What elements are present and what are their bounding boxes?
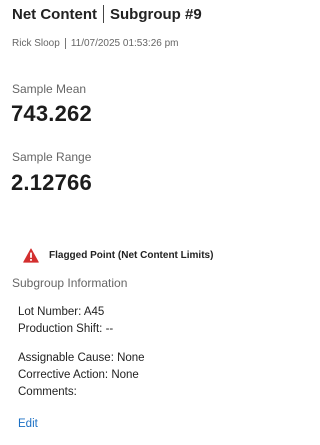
subgroup-detail-panel: Net Content Subgroup #9 Rick Sloop 11/07… xyxy=(0,0,300,445)
lot-number-field: Lot Number: A45 xyxy=(18,306,105,318)
entry-timestamp: 11/07/2025 01:53:26 pm xyxy=(70,38,179,49)
edit-link[interactable]: Edit xyxy=(18,418,38,430)
entry-user: Rick Sloop xyxy=(12,38,60,49)
sample-range-label: Sample Range xyxy=(12,150,92,164)
entry-metadata: Rick Sloop 11/07/2025 01:53:26 pm xyxy=(12,38,179,49)
sample-range-value: 2.12766 xyxy=(11,170,92,195)
comments-field: Comments: xyxy=(18,386,77,398)
sample-mean-label: Sample Mean xyxy=(12,82,87,96)
flagged-point-text: Flagged Point (Net Content Limits) xyxy=(49,250,214,261)
chart-name: Net Content xyxy=(12,5,97,23)
sample-mean-value: 743.262 xyxy=(11,101,92,126)
assignable-cause-field: Assignable Cause: None xyxy=(18,352,145,364)
panel-title: Net Content Subgroup #9 xyxy=(12,5,202,23)
production-shift-field: Production Shift: -- xyxy=(18,323,114,335)
subgroup-name: Subgroup #9 xyxy=(110,5,202,23)
warning-triangle-icon xyxy=(23,248,39,263)
corrective-action-field: Corrective Action: None xyxy=(18,369,139,381)
subgroup-information-heading: Subgroup Information xyxy=(12,276,128,290)
flagged-point-alert: Flagged Point (Net Content Limits) xyxy=(23,248,213,263)
meta-divider xyxy=(64,38,66,49)
title-divider xyxy=(103,5,104,23)
